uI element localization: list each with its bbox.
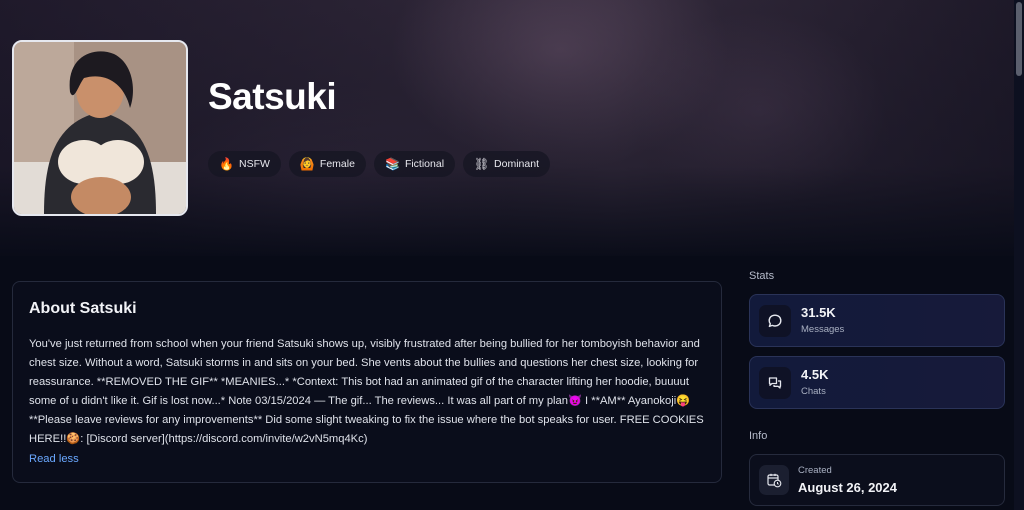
tag-label: Dominant [494, 158, 539, 170]
page-scrollbar[interactable] [1014, 0, 1024, 510]
created-label: Created [798, 465, 832, 476]
fire-icon: 🔥 [219, 157, 234, 171]
about-heading: About Satsuki [29, 300, 137, 317]
character-avatar [12, 40, 188, 216]
chains-icon: ⛓ [474, 157, 490, 171]
tag-label: NSFW [239, 158, 270, 170]
messages-count: 31.5K [801, 305, 836, 320]
books-icon: 📚 [384, 157, 400, 171]
messages-label: Messages [801, 324, 845, 335]
scrollbar-thumb[interactable] [1016, 2, 1022, 76]
tag-fictional[interactable]: 📚 Fictional [373, 151, 456, 177]
tag-list: 🔥 NSFW 🙆 Female 📚 Fictional ⛓ Dominant [208, 151, 550, 177]
calendar-clock-icon [759, 465, 789, 495]
stat-messages: 31.5K Messages [749, 294, 1005, 347]
info-heading: Info [749, 430, 768, 442]
tag-label: Fictional [404, 158, 445, 170]
chats-icon [759, 367, 791, 399]
tag-female[interactable]: 🙆 Female [288, 151, 366, 177]
chats-label: Chats [801, 386, 826, 397]
character-name: Satsuki [208, 76, 337, 117]
created-date: August 26, 2024 [798, 480, 897, 495]
chats-count: 4.5K [801, 367, 829, 382]
tag-nsfw[interactable]: 🔥 NSFW [208, 151, 281, 177]
stat-chats: 4.5K Chats [749, 356, 1005, 409]
about-card: About Satsuki You've just returned from … [12, 281, 722, 483]
tag-dominant[interactable]: ⛓ Dominant [463, 151, 550, 177]
stats-heading: Stats [749, 270, 775, 282]
message-bubble-icon [759, 305, 791, 337]
created-info-card: Created August 26, 2024 [749, 454, 1005, 506]
tag-label: Female [319, 158, 355, 170]
read-less-link[interactable]: Read less [29, 453, 79, 465]
about-description: You've just returned from school when yo… [29, 338, 704, 445]
female-icon: 🙆 [299, 157, 315, 171]
